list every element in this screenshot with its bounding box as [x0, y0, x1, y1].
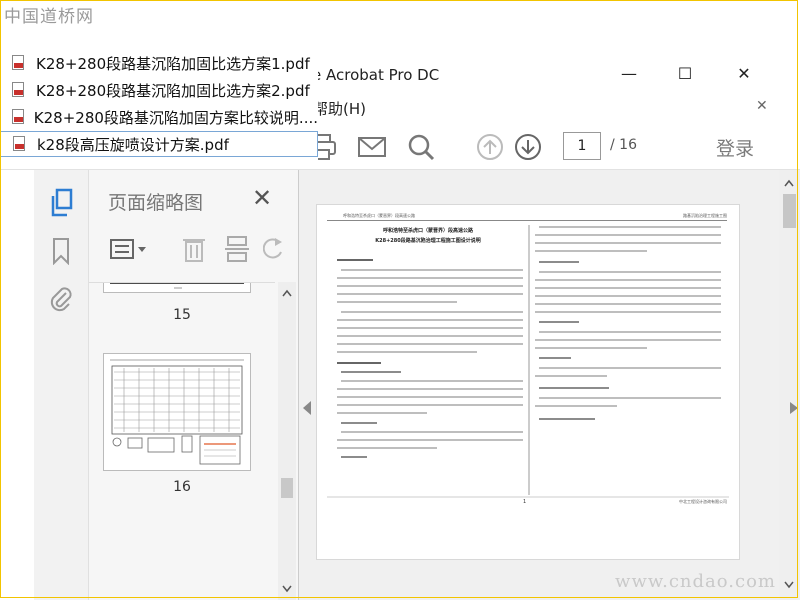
doc-body-text	[327, 225, 729, 498]
collapse-left-icon[interactable]	[303, 400, 311, 419]
thumbnail-page-16[interactable]	[103, 353, 251, 471]
pdf-file-icon	[10, 109, 24, 125]
thumbnail-label: 16	[173, 479, 191, 495]
menu-help[interactable]: 帮助(H)	[313, 98, 366, 119]
thumbnail-tools	[89, 228, 298, 274]
minimize-button[interactable]: —	[614, 62, 644, 86]
doc-page-number: 1	[523, 499, 527, 505]
pdf-file-icon	[11, 136, 27, 152]
attachment-icon[interactable]	[46, 284, 76, 314]
thumbnails-list: 15 16	[89, 282, 275, 601]
recent-file-name: K28+280段路基沉陷加固方案比较说明....	[33, 108, 318, 127]
search-icon[interactable]	[405, 131, 437, 163]
recent-files-dropdown: K28+280段路基沉陷加固比选方案1.pdf K28+280段路基沉陷加固比选…	[0, 48, 318, 160]
bookmark-icon[interactable]	[46, 236, 76, 266]
recent-file-item[interactable]: K28+280段路基沉陷加固方案比较说明....	[0, 104, 318, 130]
page-number-input[interactable]: 1	[563, 132, 601, 160]
recent-file-name: K28+280段路基沉陷加固比选方案2.pdf	[36, 81, 310, 100]
recent-file-name: k28段高压旋喷设计方案.pdf	[37, 135, 229, 154]
pdf-page: 呼和浩特至杀虎口（蒙晋界）段高速公路 路基沉陷治理工程施工图 呼和浩特至杀虎口（…	[316, 204, 740, 560]
page-thumbnails-icon[interactable]	[46, 188, 76, 218]
next-page-icon[interactable]	[512, 131, 544, 163]
recent-file-name: K28+280段路基沉陷加固比选方案1.pdf	[36, 54, 310, 73]
thumbnails-panel: 页面缩略图 ✕ 15 16	[89, 170, 299, 600]
page-total: / 16	[610, 137, 637, 153]
recent-file-item[interactable]: K28+280段路基沉陷加固比选方案2.pdf	[0, 77, 318, 103]
thumbnail-label: 15	[173, 307, 191, 323]
options-menu-icon[interactable]	[109, 234, 149, 264]
thumbnails-panel-title: 页面缩略图	[108, 192, 204, 214]
delete-page-icon[interactable]	[179, 234, 209, 264]
watermark-bottom: www.cndao.com	[615, 571, 776, 592]
pdf-file-icon	[10, 82, 26, 98]
login-button[interactable]: 登录	[716, 134, 754, 161]
thumbnails-scrollbar[interactable]	[278, 282, 296, 600]
insert-page-icon[interactable]	[222, 234, 252, 264]
close-panel-button[interactable]: ✕	[252, 184, 272, 212]
maximize-button[interactable]: ☐	[670, 62, 700, 86]
recent-file-item[interactable]: K28+280段路基沉陷加固比选方案1.pdf	[0, 50, 318, 76]
recent-file-item-selected[interactable]: k28段高压旋喷设计方案.pdf	[0, 131, 318, 157]
watermark-top: 中国道桥网	[4, 7, 94, 27]
thumbnail-page-15[interactable]	[103, 283, 251, 293]
close-window-button[interactable]: ✕	[729, 62, 759, 86]
document-scrollbar[interactable]	[779, 170, 800, 600]
navigation-pane	[34, 170, 89, 600]
pdf-file-icon	[10, 55, 26, 71]
rotate-page-icon[interactable]	[263, 234, 283, 264]
previous-page-icon[interactable]	[474, 131, 506, 163]
document-view: 呼和浩特至杀虎口（蒙晋界）段高速公路 路基沉陷治理工程施工图 呼和浩特至杀虎口（…	[299, 170, 779, 600]
window-title: e Acrobat Pro DC	[312, 66, 440, 84]
close-document-button[interactable]: ✕	[756, 98, 768, 114]
doc-footer-right: 中北工程设计咨询有限公司	[679, 499, 727, 504]
email-icon[interactable]	[356, 131, 388, 163]
